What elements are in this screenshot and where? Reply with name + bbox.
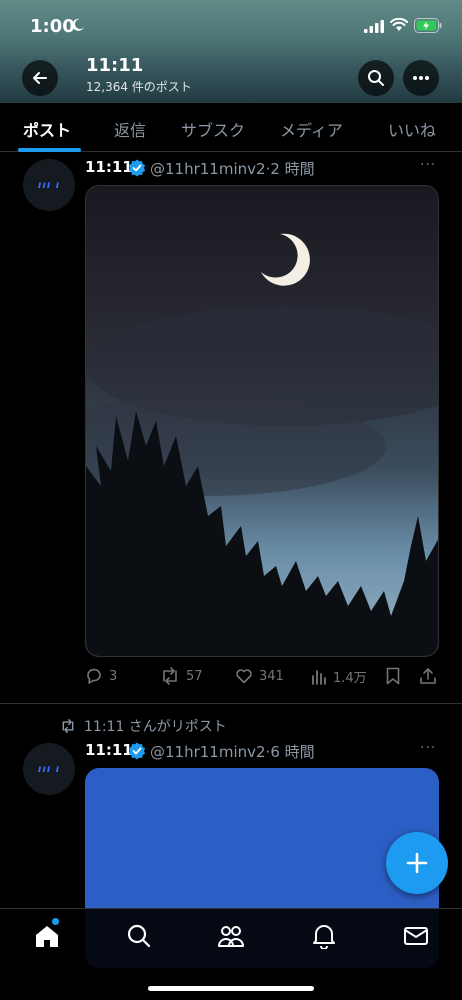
nav-search[interactable] (124, 921, 154, 951)
avatar[interactable]: ııı ı (23, 159, 75, 211)
verified-badge-icon (128, 742, 146, 760)
like-button[interactable]: 341 (235, 667, 284, 685)
nav-messages[interactable] (401, 921, 431, 951)
nav-notifications[interactable] (309, 921, 339, 951)
post-actions: 3 57 341 1.4万 (85, 667, 440, 689)
tab-subscriptions[interactable]: サブスク (181, 117, 245, 141)
verified-badge-icon (128, 159, 146, 177)
home-icon (36, 926, 58, 947)
more-icon (413, 76, 429, 80)
post-divider (0, 703, 462, 704)
nav-home[interactable] (32, 921, 62, 951)
reply-button[interactable]: 3 (85, 667, 117, 685)
repost-count: 57 (186, 668, 203, 684)
bookmark-icon (386, 667, 400, 685)
post-more-button[interactable]: ··· (420, 740, 436, 756)
post-time: 6 時間 (270, 743, 315, 761)
handle-text: @11hr11minv2 (150, 160, 266, 178)
active-tab-indicator (18, 148, 81, 152)
post-count: 12,364 件のポスト (86, 80, 192, 94)
reply-icon (87, 668, 101, 684)
share-icon (420, 668, 436, 684)
search-icon (127, 924, 151, 948)
status-bar: 1:00 (0, 0, 462, 54)
avatar[interactable]: ııı ı (23, 743, 75, 795)
mail-icon (404, 927, 428, 945)
handle-text: @11hr11minv2 (150, 743, 266, 761)
post-handle: @11hr11minv2·6 時間 (150, 741, 315, 762)
tab-media[interactable]: メディア (280, 117, 343, 141)
battery-charging-icon (414, 18, 442, 33)
post-time: 2 時間 (270, 160, 315, 178)
moon-icon (72, 18, 84, 31)
post-author-name[interactable]: 11:11 (85, 741, 133, 759)
post-more-button[interactable]: ··· (420, 157, 436, 173)
repost-icon (62, 719, 74, 733)
like-count: 341 (259, 668, 284, 684)
tab-replies[interactable]: 返信 (114, 117, 146, 141)
bell-icon (313, 925, 335, 949)
repost-icon (163, 667, 177, 685)
search-button[interactable] (358, 60, 394, 96)
back-button[interactable] (22, 60, 58, 96)
share-button[interactable] (419, 667, 437, 685)
heart-icon (236, 669, 252, 684)
communities-icon (218, 926, 244, 947)
tab-likes[interactable]: いいね (388, 117, 436, 141)
view-count: 1.4万 (333, 671, 367, 686)
reply-count: 3 (109, 668, 118, 684)
nav-communities[interactable] (216, 921, 246, 951)
repost-indicator: 11:11 さんがリポスト (60, 716, 227, 736)
compose-post-button[interactable] (386, 832, 448, 894)
analytics-icon (312, 669, 326, 685)
night-moon-forest-image (86, 186, 438, 656)
profile-tabs: ポスト 返信 サブスク メディア いいね (0, 103, 462, 152)
status-time: 1:00 (30, 16, 75, 37)
wifi-icon (390, 18, 408, 31)
profile-title: 11:11 (86, 55, 144, 76)
bookmark-button[interactable] (385, 667, 401, 685)
avatar-logo-text: ııı ı (37, 763, 61, 775)
tab-posts[interactable]: ポスト (23, 117, 71, 141)
repost-button[interactable]: 57 (160, 667, 203, 685)
home-new-indicator (52, 918, 59, 925)
post-image[interactable] (85, 185, 439, 657)
views-button[interactable]: 1.4万 (311, 667, 367, 686)
plus-icon (406, 852, 428, 874)
back-arrow-icon (33, 72, 47, 84)
home-indicator (148, 986, 314, 991)
post-author-name[interactable]: 11:11 (85, 158, 133, 176)
cellular-signal-icon (364, 20, 384, 33)
more-options-button[interactable] (403, 60, 439, 96)
avatar-logo-text: ııı ı (37, 179, 61, 191)
search-icon (368, 70, 384, 86)
post-handle: @11hr11minv2·2 時間 (150, 158, 315, 179)
repost-label[interactable]: 11:11 さんがリポスト (84, 716, 227, 736)
profile-header: 1:00 11:11 12,364 件のポスト (0, 0, 462, 103)
